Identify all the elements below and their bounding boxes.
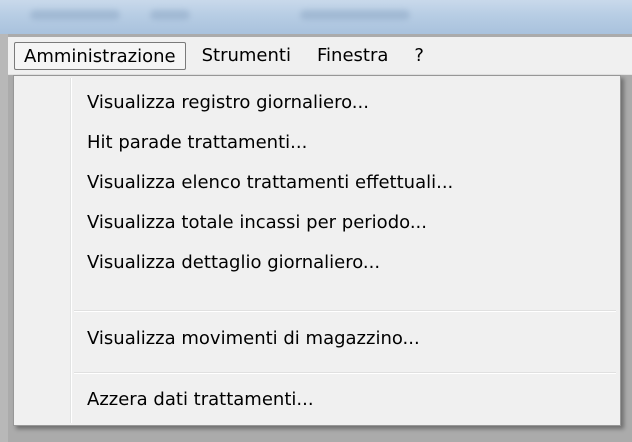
menu-strumenti[interactable]: Strumenti — [192, 42, 301, 70]
menu-item-totale-incassi[interactable]: Visualizza totale incassi per periodo... — [16, 203, 618, 243]
menu-item-movimenti-magazzino[interactable]: Visualizza movimenti di magazzino... — [16, 319, 618, 359]
menu-item-azzera-dati[interactable]: Azzera dati trattamenti... — [16, 380, 618, 420]
amministrazione-dropdown-menu: Visualizza registro giornaliero... Hit p… — [13, 75, 621, 426]
menu-item-hit-parade-trattamenti[interactable]: Hit parade trattamenti... — [16, 123, 618, 163]
menu-finestra[interactable]: Finestra — [307, 42, 398, 70]
window-left-edge — [0, 34, 8, 442]
menu-item-dettaglio-giornaliero[interactable]: Visualizza dettaglio giornaliero... — [16, 243, 618, 283]
titlebar-blurred-text — [150, 10, 190, 20]
menu-separator — [74, 310, 616, 312]
menu-amministrazione[interactable]: Amministrazione — [14, 41, 186, 70]
window-titlebar — [0, 0, 632, 34]
menu-help[interactable]: ? — [404, 42, 434, 70]
menu-bar: Amministrazione Strumenti Finestra ? — [8, 37, 632, 75]
titlebar-blurred-text — [300, 10, 410, 20]
titlebar-blurred-text — [30, 10, 120, 20]
menu-item-elenco-trattamenti[interactable]: Visualizza elenco trattamenti effettuali… — [16, 163, 618, 203]
menu-item-registro-giornaliero[interactable]: Visualizza registro giornaliero... — [16, 83, 618, 123]
menu-separator — [74, 372, 616, 374]
